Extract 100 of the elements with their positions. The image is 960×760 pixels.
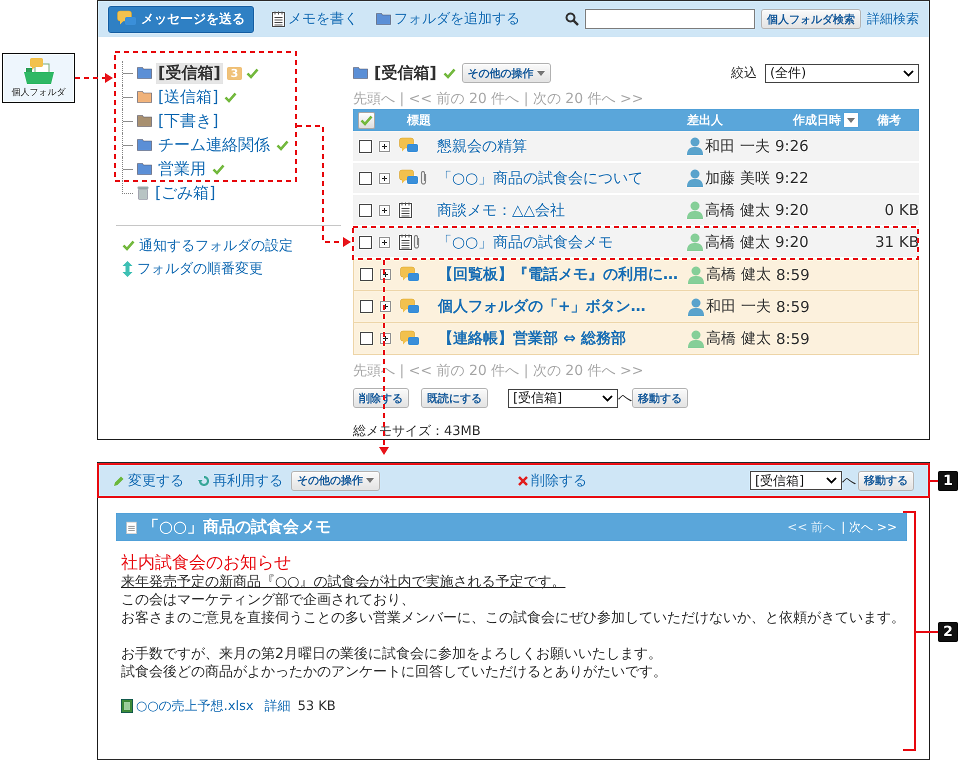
move-button[interactable]: 移動する	[632, 388, 688, 408]
folder-order-link[interactable]: フォルダの順番変更	[122, 257, 341, 280]
folder-item[interactable]: [下書き]	[156, 110, 220, 132]
advanced-search-link[interactable]: 詳細検索	[867, 10, 919, 28]
pager-link[interactable]: | 次へ >>	[841, 518, 897, 536]
folder-item[interactable]: [ごみ箱]	[153, 182, 218, 204]
details-link[interactable]: 詳細	[264, 697, 291, 715]
expand-icon[interactable]	[379, 204, 390, 216]
time-cell-text: 9:22	[775, 169, 810, 187]
notify-settings-link[interactable]: 通知するフォルダの設定	[122, 234, 341, 257]
expand-icon[interactable]	[380, 269, 391, 280]
sender-name: 高橋 健太	[706, 329, 771, 348]
sender-name: 高橋 健太	[705, 200, 770, 220]
row-checkbox[interactable]	[359, 236, 372, 248]
column-header: 差出人	[687, 112, 724, 128]
message-title-link[interactable]: 【連絡帳】営業部 ⇔ 総務部	[438, 329, 688, 348]
dropdown-caret-icon	[536, 70, 545, 76]
message-title-link[interactable]: 「○○」商品の試食会について	[437, 168, 687, 188]
folder-select[interactable]: [受信箱]	[750, 471, 842, 490]
message-title-link[interactable]: 懇親会の精算	[437, 136, 687, 156]
expand-icon[interactable]	[379, 140, 390, 152]
callout-number: 1	[938, 471, 958, 491]
memo-text: 試食会後どの商品がよかったかのアンケートに回答していただけるとありがたいです。	[121, 663, 668, 681]
leader-line	[916, 631, 938, 633]
message-title-link[interactable]: 「○○」商品の試食会メモ	[437, 232, 687, 252]
memo-text: 来年発売予定の新商品『○○』の試食会が社内で実施される予定です。	[121, 573, 566, 591]
folder-item[interactable]: チーム連絡関係	[156, 134, 272, 156]
notepad-icon	[399, 202, 412, 218]
expand-icon[interactable]	[380, 333, 391, 344]
time-cell-text: 9:20	[775, 233, 810, 251]
folder-item[interactable]: [受信箱]	[156, 62, 223, 84]
message-row[interactable]: 【連絡帳】営業部 ⇔ 総務部 高橋 健太 8:59	[353, 323, 919, 355]
trash-icon	[137, 186, 149, 200]
row-checkbox[interactable]	[360, 300, 373, 313]
message-row[interactable]: 「○○」商品の試食会メモ 高橋 健太 9:20 31 KB	[353, 227, 919, 259]
move-button[interactable]: 移動する	[858, 470, 914, 490]
filter-select[interactable]: (全件)	[765, 64, 919, 82]
leader-arrow	[75, 73, 113, 83]
mark-read-button[interactable]: 既読にする	[421, 388, 488, 408]
delete-link[interactable]: 削除する	[518, 472, 587, 490]
attachment-link[interactable]: ○○の売上予想.xlsx	[136, 697, 254, 715]
folder-search-button[interactable]: 個人フォルダ検索	[761, 9, 861, 29]
more-actions-button[interactable]: その他の操作	[462, 63, 551, 83]
sender-name: 和田 一夫	[706, 297, 771, 316]
search-icon	[565, 12, 579, 26]
expand-icon[interactable]	[380, 301, 391, 312]
add-folder-link[interactable]: フォルダを追加する	[376, 10, 520, 28]
select-all-button[interactable]	[358, 112, 375, 128]
pencil-icon	[113, 474, 125, 486]
message-row[interactable]: 個人フォルダの「+」ボタン… 和田 一夫 8:59	[353, 291, 919, 323]
message-title-link[interactable]: 【回覧板】『電話メモ』の利用に…	[438, 265, 688, 284]
search-field[interactable]	[585, 9, 755, 29]
reuse-link[interactable]: 再利用する	[198, 472, 283, 490]
send-message-button[interactable]: メッセージを送る	[108, 6, 254, 32]
close-icon	[518, 476, 528, 486]
memo-text: お客さまのご意見を直接伺うことの多い営業メンバーに、この試食会にぜひ参加していただけないか、と依頼がきています。	[121, 609, 906, 627]
message-row[interactable]: 【回覧板】『電話メモ』の利用に… 高橋 健太 8:59	[353, 259, 919, 291]
column-header: 標題	[406, 112, 432, 128]
message-icon	[399, 137, 419, 155]
edit-link[interactable]: 変更する	[113, 472, 184, 490]
column-header: 作成日時	[793, 112, 841, 128]
sender-name: 加藤 美咲	[705, 168, 770, 188]
message-row[interactable]: 「○○」商品の試食会について 加藤 美咲 9:22	[353, 163, 919, 195]
callout-number: 2	[938, 622, 958, 642]
memo-text: お手数ですが、来月の第2月曜日の業後に試食会に参加をよろしくお願いいたします。	[121, 645, 663, 663]
message-title-link[interactable]: 商談メモ：△△会社	[437, 200, 687, 220]
notepad-icon	[272, 11, 285, 27]
row-checkbox[interactable]	[360, 332, 373, 345]
column-header: 備考	[876, 112, 902, 128]
folder-title: [受信箱]	[374, 62, 437, 84]
size-cell-text: 0 KB	[884, 201, 919, 219]
folder-item[interactable]: [送信箱]	[156, 86, 220, 108]
message-icon	[400, 298, 420, 316]
forwarded-message-icon	[399, 169, 419, 187]
write-memo-link[interactable]: メモを書く	[272, 10, 358, 28]
dropdown-caret-icon	[826, 477, 837, 484]
folder-item[interactable]: 営業用	[156, 158, 208, 180]
check-icon	[360, 114, 373, 126]
time-cell-text: 8:59	[776, 298, 811, 316]
expand-icon[interactable]	[379, 236, 390, 248]
dropdown-caret-icon	[366, 478, 374, 483]
dropdown-caret-icon	[903, 70, 914, 76]
message-title-link[interactable]: 個人フォルダの「+」ボタン…	[438, 297, 688, 316]
row-checkbox[interactable]	[359, 204, 372, 216]
row-checkbox[interactable]	[360, 268, 373, 281]
folder-icon	[376, 13, 391, 25]
message-row[interactable]: 商談メモ：△△会社 高橋 健太 9:20 0 KB	[353, 195, 919, 227]
folder-tray-icon	[24, 58, 54, 84]
message-icon	[400, 330, 420, 348]
expand-icon[interactable]	[379, 172, 390, 184]
filter-label: 絞込	[731, 65, 757, 82]
folder-select[interactable]: [受信箱]	[508, 388, 618, 408]
unread-count: 3	[226, 66, 242, 80]
row-checkbox[interactable]	[359, 140, 372, 152]
dropdown-caret-icon	[602, 394, 613, 402]
memo-text: この会はマーケティング部で企画されており、	[121, 591, 416, 609]
sort-icon[interactable]	[844, 113, 858, 127]
row-checkbox[interactable]	[359, 172, 372, 184]
message-row[interactable]: 懇親会の精算 和田 一夫 9:26	[353, 131, 919, 163]
more-actions-button[interactable]: その他の操作	[291, 470, 380, 490]
